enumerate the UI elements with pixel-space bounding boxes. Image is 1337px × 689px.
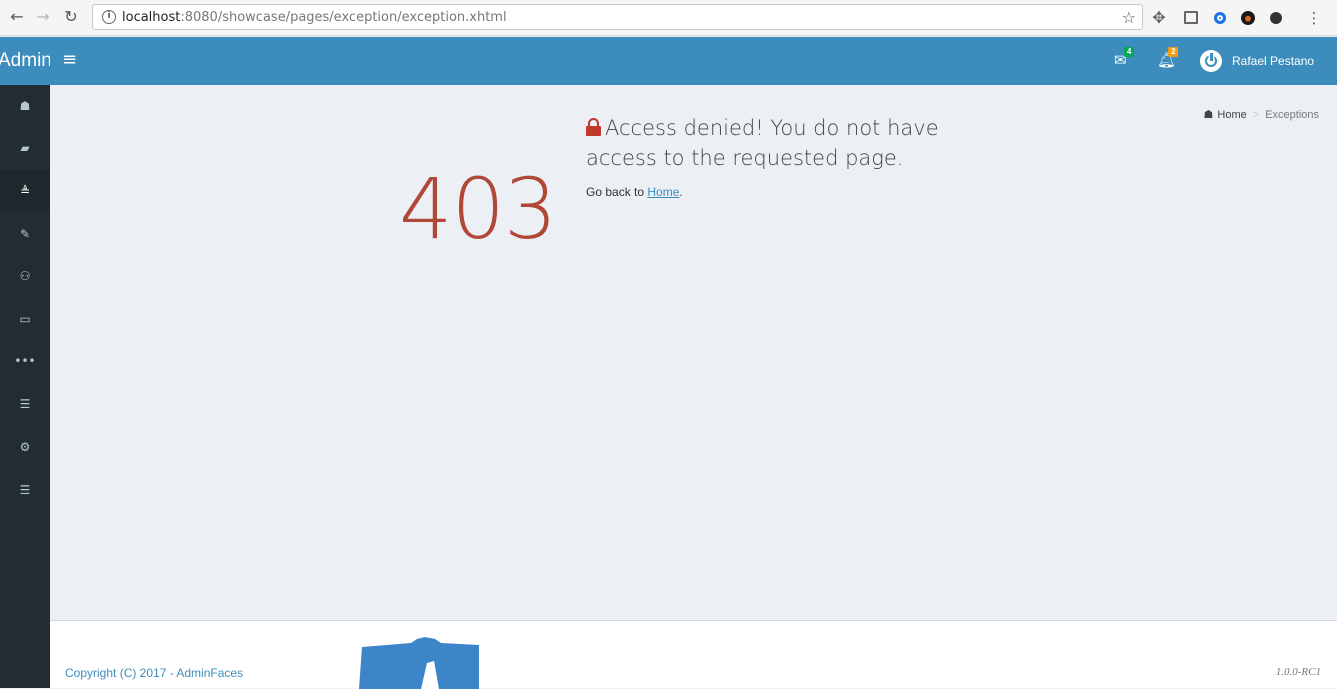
logo[interactable]: Admin: [0, 37, 50, 85]
sidebar-item-edit[interactable]: ✎: [0, 213, 50, 255]
content-wrapper: ☗ Home > Exceptions 403 Access denied! You …: [50, 85, 1337, 620]
dark-extension-icon[interactable]: [1241, 11, 1255, 25]
breadcrumb-separator: >: [1252, 109, 1260, 121]
sidebar-item-stack[interactable]: ≜: [0, 170, 50, 212]
sidebar-item-cogs[interactable]: ⚙: [0, 426, 50, 468]
breadcrumb: ☗ Home > Exceptions: [1204, 108, 1319, 121]
list-icon: ☰: [19, 483, 31, 497]
gray-extension-icon[interactable]: [1270, 12, 1282, 24]
sidebar: ☗ ▰ ≜ ✎ ⚇ ▭ ••• ☰ ⚙ ☰: [0, 85, 50, 688]
go-back-prefix: Go back to: [586, 185, 645, 199]
browser-menu-icon[interactable]: ⋮: [1305, 9, 1323, 27]
home-icon: ☗: [19, 99, 31, 113]
address-bar[interactable]: i localhost:8080/showcase/pages/exceptio…: [92, 4, 1143, 30]
move-extension-icon[interactable]: ✥: [1150, 9, 1168, 27]
stack-icon: ≜: [19, 184, 31, 198]
frame-extension-icon[interactable]: [1184, 11, 1198, 24]
home-icon: ☗: [1203, 108, 1214, 121]
breadcrumb-home[interactable]: Home: [1217, 109, 1246, 121]
messages-badge: 4: [1124, 47, 1135, 57]
user-name[interactable]: Rafael Pestano: [1232, 54, 1314, 68]
ellipsis-icon: •••: [14, 354, 36, 368]
power-icon[interactable]: [1200, 50, 1222, 72]
url-text: localhost:8080/showcase/pages/exception/…: [122, 10, 507, 25]
main-header: Admin ≡ ✉ 4 🔔︎ 2 Rafael Pestano: [0, 37, 1337, 85]
lock-icon: [586, 118, 601, 136]
sidebar-item-list-2[interactable]: ☰: [0, 469, 50, 511]
edit-icon: ✎: [19, 227, 31, 241]
sidebar-item-users[interactable]: ⚇: [0, 255, 50, 297]
laptop-icon: ▭: [19, 312, 31, 326]
sidebar-item-laptop[interactable]: ▭: [0, 298, 50, 340]
list-icon: ☰: [19, 397, 31, 411]
error-title-text: Access denied! You do not have access to…: [586, 116, 939, 170]
cogs-icon: ⚙: [19, 440, 31, 454]
blue-extension-icon[interactable]: [1214, 12, 1226, 24]
reload-icon[interactable]: ↻: [62, 8, 80, 26]
home-link[interactable]: Home: [647, 185, 679, 199]
back-arrow-icon[interactable]: ←: [8, 8, 26, 26]
browser-toolbar: ← → ↻ i localhost:8080/showcase/pages/ex…: [0, 0, 1337, 36]
book-icon: ▰: [20, 141, 30, 155]
main-footer: Copyright (C) 2017 - AdminFaces 1.0.0-RC…: [50, 620, 1337, 689]
go-back-message: Go back to Home.: [586, 185, 683, 199]
breadcrumb-current: Exceptions: [1265, 109, 1319, 121]
sidebar-item-ellipsis[interactable]: •••: [0, 340, 50, 382]
sidebar-item-list[interactable]: ☰: [0, 383, 50, 425]
copyright-text[interactable]: Copyright (C) 2017 - AdminFaces: [65, 666, 243, 680]
info-icon[interactable]: i: [102, 10, 116, 24]
notifications-badge: 2: [1168, 47, 1179, 57]
error-heading: Access denied! You do not have access to…: [586, 113, 1006, 173]
decorative-graphic: [359, 637, 479, 689]
sidebar-item-book[interactable]: ▰: [0, 127, 50, 169]
users-icon: ⚇: [19, 269, 31, 283]
error-code: 403: [399, 160, 557, 258]
go-back-suffix: .: [679, 185, 683, 199]
forward-arrow-icon[interactable]: →: [34, 8, 52, 26]
sidebar-item-home[interactable]: ☗: [0, 85, 50, 127]
version-text: 1.0.0-RC1: [1275, 666, 1321, 678]
sidebar-toggle-icon[interactable]: ≡: [62, 50, 77, 70]
bookmark-star-icon[interactable]: ☆: [1122, 8, 1136, 27]
